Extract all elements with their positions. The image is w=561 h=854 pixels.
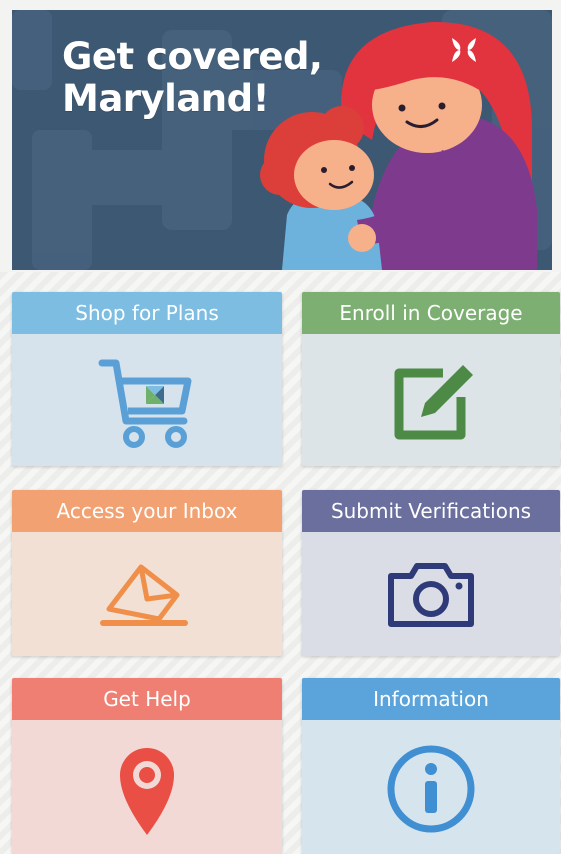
- headline-line-1: Get covered,: [62, 35, 323, 78]
- edit-pencil-icon: [394, 365, 473, 440]
- shop-for-plans-button[interactable]: Shop for Plans: [12, 292, 282, 466]
- tile-header: Access your Inbox: [12, 490, 282, 532]
- enroll-in-coverage-button[interactable]: Enroll in Coverage: [302, 292, 560, 466]
- camera-icon: [388, 563, 474, 627]
- info-icon: [387, 745, 475, 833]
- tile-header: Submit Verifications: [302, 490, 560, 532]
- tile-header: Shop for Plans: [12, 292, 282, 334]
- submit-verifications-button[interactable]: Submit Verifications: [302, 490, 560, 656]
- information-button[interactable]: Information: [302, 678, 560, 854]
- shopping-cart-icon: [98, 359, 192, 448]
- headline-line-2: Maryland!: [62, 77, 270, 120]
- envelope-icon: [100, 564, 188, 626]
- tile-header: Get Help: [12, 678, 282, 720]
- hero-banner: Get covered, Maryland!: [12, 10, 552, 270]
- get-help-button[interactable]: Get Help: [12, 678, 282, 854]
- tile-header: Information: [302, 678, 560, 720]
- tile-header: Enroll in Coverage: [302, 292, 560, 334]
- banner-headline: Get covered, Maryland!: [62, 35, 323, 120]
- access-your-inbox-button[interactable]: Access your Inbox: [12, 490, 282, 656]
- location-pin-icon: [120, 748, 174, 835]
